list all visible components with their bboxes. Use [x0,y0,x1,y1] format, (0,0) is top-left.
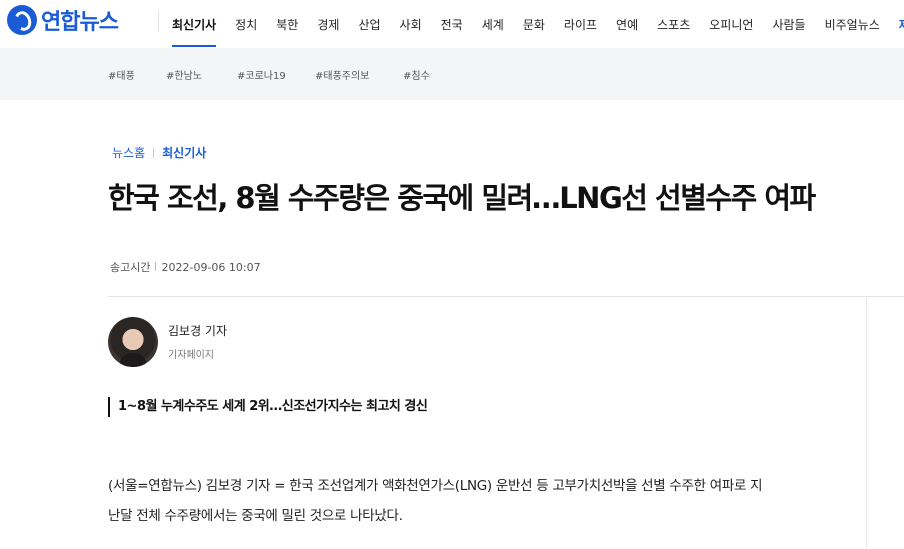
reporter-name[interactable]: 김보경 기자 [168,322,227,339]
nav-item-economy[interactable]: 경제 [317,16,339,33]
logo-text: 연합뉴스 [41,10,119,35]
nav-item-industry[interactable]: 산업 [358,16,380,33]
publish-time: 2022-09-06 10:07 [161,261,261,274]
article-subhead: 1~8월 누계수주도 세계 2위…신조선가지수는 최고치 경신 [108,397,428,417]
nav-item-politics[interactable]: 정치 [235,16,257,33]
hashtag-link[interactable]: #한남노 [166,67,202,82]
divider [108,296,904,297]
top-nav: 연합뉴스 최신기사 정치 북한 경제 산업 사회 전국 세계 문화 라이프 연예… [0,0,904,48]
hashtag-link[interactable]: #태풍주의보 [315,67,369,82]
divider [866,297,867,549]
nav-item-culture[interactable]: 문화 [523,16,545,33]
body-line: (서울=연합뉴스) 김보경 기자 = 한국 조선업계가 액화천연가스(LNG) … [108,478,763,494]
breadcrumb-current[interactable]: 최신기사 [162,146,206,160]
nav-item-people[interactable]: 사람들 [772,16,805,33]
nav-item-sports[interactable]: 스포츠 [657,16,690,33]
nav-item-latest[interactable]: 최신기사 [172,16,217,47]
breadcrumb-home[interactable]: 뉴스홈 [112,146,145,160]
article-body: (서울=연합뉴스) 김보경 기자 = 한국 조선업계가 액화천연가스(LNG) … [108,471,848,531]
nav-item-life[interactable]: 라이프 [564,16,597,33]
nav-item-north-korea[interactable]: 북한 [276,16,298,33]
nav-item-society[interactable]: 사회 [400,16,422,33]
hashtag-link[interactable]: #태풍 [108,67,135,82]
hashtag-link[interactable]: #침수 [403,67,430,82]
nav-item-opinion[interactable]: 오피니언 [709,16,753,33]
breadcrumb: 뉴스홈 최신기사 [112,144,206,161]
publish-label: 송고시간 [110,261,151,274]
yonhap-logo-icon [7,5,37,35]
article-title: 한국 조선, 8월 수주량은 중국에 밀려…LNG선 선별수주 여파 [108,181,816,215]
divider [158,10,159,32]
reporter-avatar[interactable] [108,317,158,367]
hashtag-bar: #태풍 #한남노 #코로나19 #태풍주의보 #침수 [0,48,904,100]
body-line: 난달 전체 수주량에서는 중국에 밀린 것으로 나타났다. [108,508,403,524]
nav-item-nationwide[interactable]: 전국 [441,16,463,33]
reporter-page-link[interactable]: 기자페이지 [168,346,214,361]
logo[interactable]: 연합뉴스 [7,4,119,36]
divider [155,262,157,271]
article-meta: 송고시간 2022-09-06 10:07 [110,259,261,275]
nav-item-world[interactable]: 세계 [482,16,504,33]
nav-item-report[interactable]: 제보 [899,16,904,33]
hashtag-link[interactable]: #코로나19 [237,67,286,82]
nav-item-entertainment[interactable]: 연예 [616,16,638,33]
nav-item-visual-news[interactable]: 비주얼뉴스 [825,16,880,33]
main-menu: 최신기사 정치 북한 경제 산업 사회 전국 세계 문화 라이프 연예 스포츠 … [172,0,904,48]
divider [153,148,155,158]
